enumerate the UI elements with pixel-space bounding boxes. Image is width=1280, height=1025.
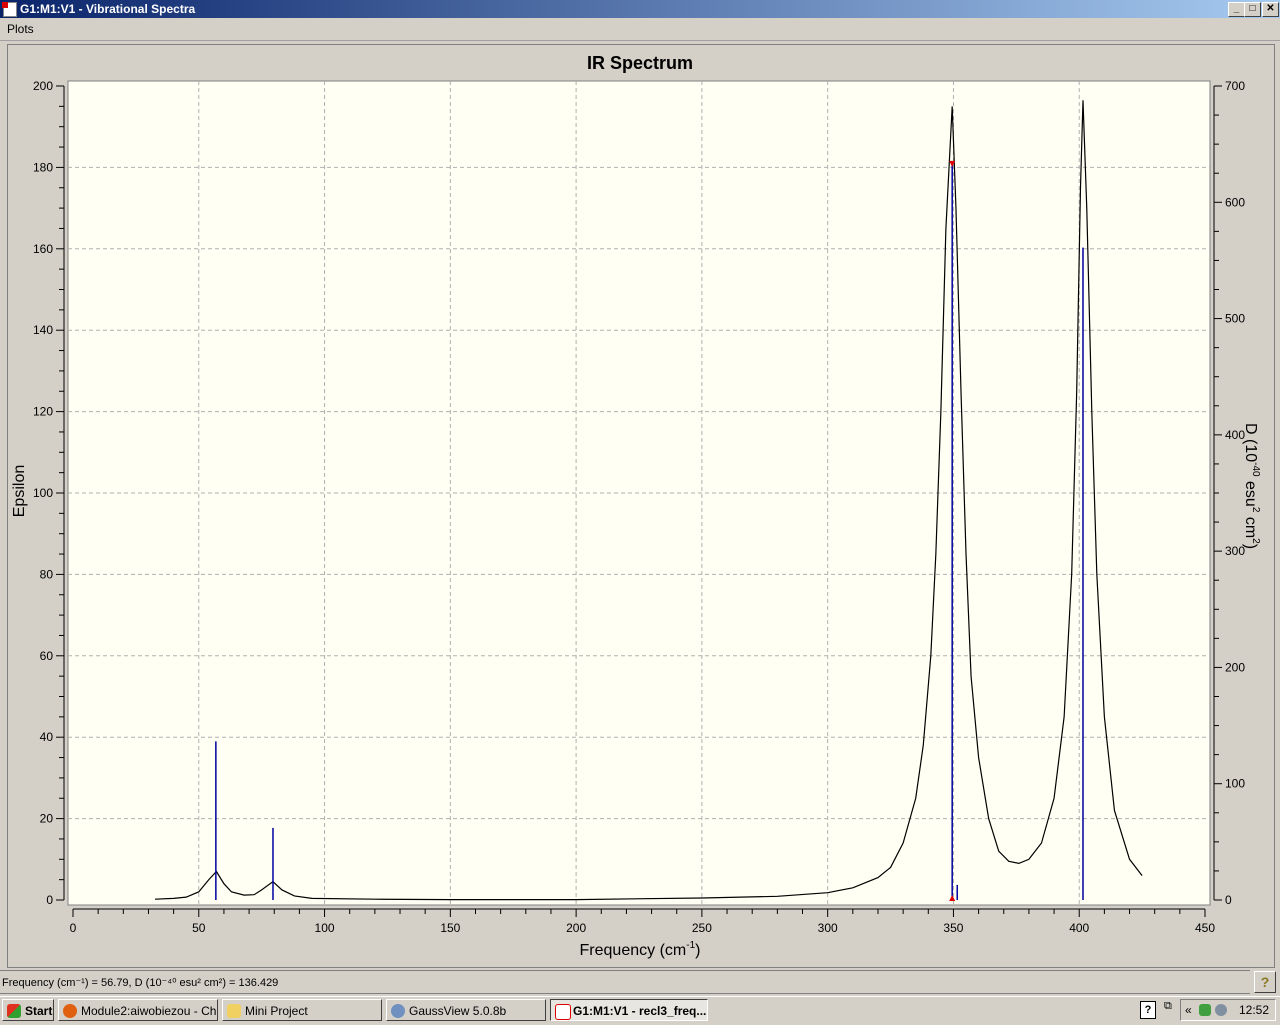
- status-readout: Frequency (cm⁻¹) = 56.79, D (10⁻⁴⁰ esu² …: [2, 977, 279, 989]
- x-tick-label: 100: [315, 921, 335, 935]
- taskbar-item-label: Mini Project: [245, 1004, 308, 1018]
- y2-tick-label: 100: [1225, 777, 1245, 791]
- taskbar-item-gaussview[interactable]: GaussView 5.0.8b: [386, 999, 546, 1021]
- x-tick-label: 450: [1195, 921, 1215, 935]
- close-button[interactable]: ✕: [1262, 2, 1279, 17]
- y-tick-label: 180: [33, 160, 53, 174]
- menu-plots[interactable]: Plots: [7, 22, 34, 36]
- x-tick-label: 350: [943, 921, 963, 935]
- y-tick-label: 80: [40, 567, 54, 581]
- menu-bar: Plots: [0, 18, 1280, 41]
- clock: 12:52: [1239, 1003, 1270, 1017]
- language-bar-icon[interactable]: ⧉: [1164, 1000, 1172, 1013]
- y2-tick-label: 500: [1225, 312, 1245, 326]
- y-tick-label: 200: [33, 79, 53, 93]
- ir-spectrum-chart[interactable]: IR Spectrum Frequency (cm-1) Epsilon D (…: [8, 45, 1274, 967]
- volume-icon[interactable]: [1215, 1004, 1227, 1016]
- spectrum-icon: [555, 1004, 571, 1020]
- y2-axis-label: D (10-40 esu2 cm2): [1242, 423, 1261, 549]
- taskbar-item-label: G1:M1:V1 - recl3_freq...: [573, 1004, 707, 1018]
- start-button[interactable]: Start: [2, 999, 54, 1021]
- y-tick-label: 40: [40, 730, 54, 744]
- system-tray: « 12:52: [1180, 999, 1276, 1021]
- x-tick-label: 50: [192, 921, 206, 935]
- x-axis-label: Frequency (cm-1): [580, 940, 701, 959]
- x-tick-label: 300: [818, 921, 838, 935]
- minimize-button[interactable]: _: [1228, 2, 1245, 17]
- gaussview-icon: [391, 1004, 405, 1018]
- maximize-button[interactable]: □: [1244, 2, 1261, 17]
- start-label: Start: [25, 1004, 53, 1018]
- status-bar: Frequency (cm⁻¹) = 56.79, D (10⁻⁴⁰ esu² …: [0, 970, 1250, 994]
- y2-tick-label: 700: [1225, 79, 1245, 93]
- help-tray-icon[interactable]: ?: [1140, 1001, 1156, 1019]
- y-tick-label: 100: [33, 486, 53, 500]
- y2-tick-label: 300: [1225, 544, 1245, 558]
- x-tick-label: 400: [1069, 921, 1089, 935]
- taskbar-item-firefox[interactable]: Module2:aiwobiezou - Ch...: [58, 999, 218, 1021]
- x-tick-label: 0: [70, 921, 77, 935]
- y-tick-label: 120: [33, 405, 53, 419]
- title-bar: G1:M1:V1 - Vibrational Spectra _ □ ✕: [0, 0, 1280, 18]
- window-title: G1:M1:V1 - Vibrational Spectra: [20, 2, 196, 16]
- taskbar-item-mini-project[interactable]: Mini Project: [222, 999, 382, 1021]
- help-button[interactable]: ?: [1254, 971, 1276, 993]
- chart-title: IR Spectrum: [587, 53, 693, 73]
- taskbar-item-label: Module2:aiwobiezou - Ch...: [81, 1004, 218, 1018]
- app-icon: [2, 2, 17, 17]
- x-tick-label: 200: [566, 921, 586, 935]
- plot-frame: IR Spectrum Frequency (cm-1) Epsilon D (…: [7, 44, 1275, 968]
- y2-tick-label: 0: [1225, 893, 1232, 907]
- firefox-icon: [63, 1004, 77, 1018]
- windows-icon: [7, 1004, 21, 1018]
- x-tick-label: 150: [440, 921, 460, 935]
- x-tick-label: 250: [692, 921, 712, 935]
- y-tick-label: 60: [40, 649, 54, 663]
- network-icon[interactable]: [1199, 1004, 1211, 1016]
- folder-icon: [227, 1004, 241, 1018]
- y-axis-label: Epsilon: [11, 465, 28, 517]
- taskbar-item-label: GaussView 5.0.8b: [409, 1004, 507, 1018]
- y2-tick-label: 400: [1225, 428, 1245, 442]
- tray-expand-button[interactable]: «: [1185, 1000, 1192, 1020]
- y2-tick-label: 600: [1225, 195, 1245, 209]
- taskbar: Start Module2:aiwobiezou - Ch... Mini Pr…: [0, 996, 1280, 1025]
- y-tick-label: 160: [33, 242, 53, 256]
- y2-tick-label: 200: [1225, 660, 1245, 674]
- taskbar-item-spectra[interactable]: G1:M1:V1 - recl3_freq...: [550, 999, 708, 1021]
- y-tick-label: 20: [40, 812, 54, 826]
- y-tick-label: 140: [33, 323, 53, 337]
- y-tick-label: 0: [46, 893, 53, 907]
